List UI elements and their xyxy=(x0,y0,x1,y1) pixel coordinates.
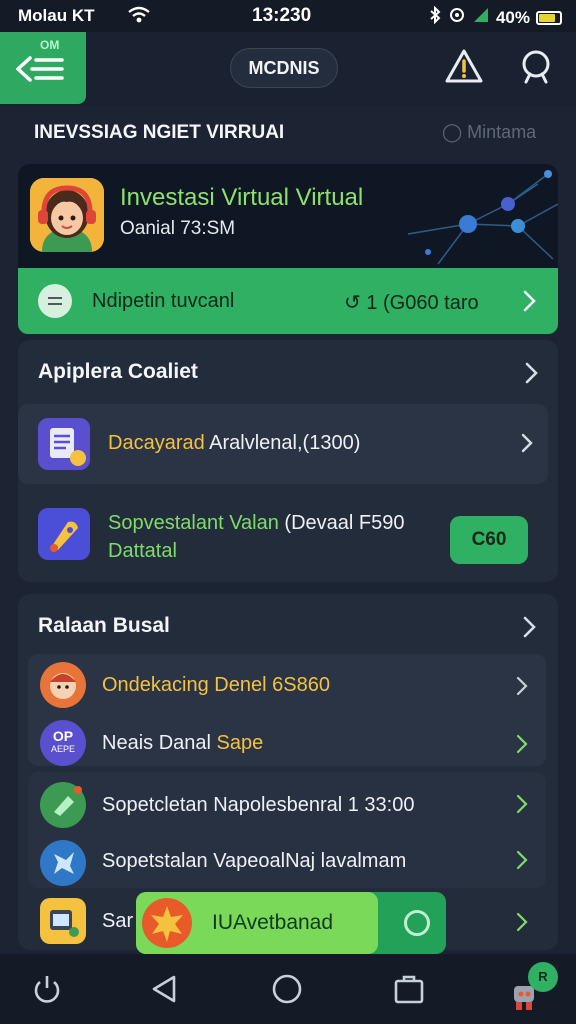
bar-label: Ndipetin tuvcanl xyxy=(92,290,235,312)
action-button[interactable]: C60 xyxy=(450,516,528,564)
list-item[interactable]: Dacayarad Aralvlenal,(1300) xyxy=(18,404,548,484)
search-icon[interactable] xyxy=(518,48,556,86)
floating-action-banner[interactable]: IUAvetbanad xyxy=(136,892,446,954)
back-icon[interactable] xyxy=(148,972,182,1006)
recents-icon[interactable] xyxy=(392,972,426,1006)
chevron-right-icon xyxy=(516,734,528,754)
list-item-label: Ondekacing Denel 6S860 xyxy=(102,674,330,696)
warning-icon[interactable] xyxy=(444,48,484,84)
menu-button[interactable]: OM xyxy=(0,32,86,104)
document-icon xyxy=(38,418,90,470)
wifi-icon xyxy=(128,6,150,29)
section-filter[interactable]: ◯ Mintama xyxy=(442,122,536,143)
list-item-label: Sopetcletan Napolesbenral 1 33:00 xyxy=(102,794,415,816)
home-icon[interactable] xyxy=(270,972,304,1006)
card-title: Apiplera Coaliet xyxy=(38,360,198,383)
wallet-icon xyxy=(40,898,86,944)
face-icon xyxy=(38,284,72,318)
top-app-bar: OM MCDNIS xyxy=(0,32,576,106)
menu-icon xyxy=(16,56,64,82)
app-badge-icon: OP AEPE xyxy=(40,720,86,766)
section-filter-label: Mintama xyxy=(467,122,537,142)
section-heading: INEVSSIAG NGIET VIRRUAI xyxy=(34,122,285,143)
battery-label: 40% xyxy=(495,7,530,27)
chevron-right-icon xyxy=(516,794,528,814)
bar-value: ↺ 1 (G060 taro xyxy=(344,292,479,314)
chevron-right-icon xyxy=(516,850,528,870)
notification-badge: R xyxy=(528,962,558,992)
girl-avatar-icon xyxy=(40,662,86,708)
signal-icon xyxy=(472,6,490,29)
hero-title: Investasi Virtual Virtual xyxy=(120,184,364,211)
list-item-label: Sopetstalan VapeoalNaj lavalmam xyxy=(102,850,407,872)
clock: 13:230 xyxy=(252,5,312,26)
power-icon[interactable] xyxy=(30,972,64,1006)
refresh-icon: ↺ xyxy=(344,292,361,314)
chevron-right-icon[interactable] xyxy=(522,614,538,640)
app-title[interactable]: MCDNIS xyxy=(230,48,338,88)
card-title: Ralaan Busal xyxy=(38,614,170,637)
star-icon xyxy=(40,840,86,886)
navigation-bar xyxy=(0,954,576,1024)
battery-icon xyxy=(536,10,562,25)
list-item-label: Neais Danal Sape xyxy=(102,732,264,754)
chevron-right-icon[interactable] xyxy=(524,360,540,386)
bluetooth-icon xyxy=(428,5,442,29)
list-item-label: Sar xyxy=(102,910,134,932)
network-graphic xyxy=(407,170,558,265)
status-bar: Molau KT 13:230 40% xyxy=(0,0,576,32)
chevron-right-icon xyxy=(523,290,536,312)
rocket-icon xyxy=(38,508,90,560)
menu-badge: OM xyxy=(40,38,60,52)
carrier-label: Molau KT xyxy=(18,6,95,25)
avatar xyxy=(30,178,104,252)
chevron-right-icon xyxy=(516,912,528,932)
tag-icon xyxy=(40,782,86,828)
chevron-right-icon xyxy=(516,676,528,696)
location-icon xyxy=(448,6,466,29)
chevron-right-icon xyxy=(521,433,533,453)
clock-icon: ◯ xyxy=(442,122,463,142)
banner-label: IUAvetbanad xyxy=(212,911,334,934)
virtual-investment-bar[interactable]: Ndipetin tuvcanl ↺ 1 (G060 taro xyxy=(18,268,558,334)
hero-subtitle: Oanial 73:SM xyxy=(120,218,236,239)
hero-card[interactable]: Investasi Virtual Virtual Oanial 73:SM xyxy=(18,164,558,268)
ring-icon xyxy=(404,910,430,936)
burst-icon xyxy=(142,898,192,948)
